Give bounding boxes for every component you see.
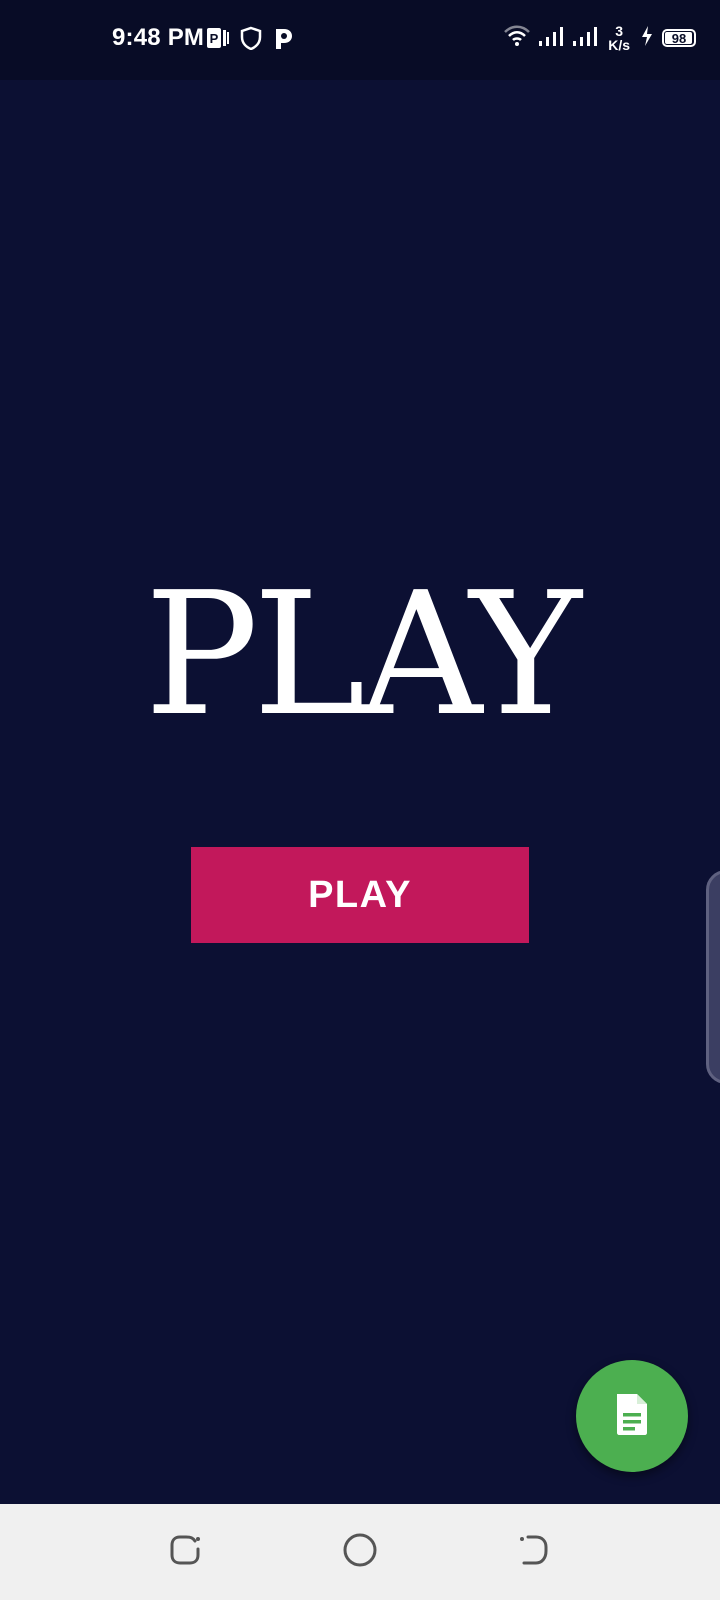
- home-button[interactable]: [338, 1530, 382, 1574]
- document-fab-button[interactable]: [576, 1360, 688, 1472]
- network-speed-unit: K/s: [608, 37, 630, 53]
- charging-icon: [640, 25, 654, 52]
- navigation-bar: [0, 1504, 720, 1600]
- recent-apps-button[interactable]: [164, 1530, 208, 1574]
- home-icon: [342, 1532, 378, 1573]
- document-icon: [614, 1392, 650, 1441]
- wifi-icon: [504, 25, 531, 52]
- status-right-icons: 3 K/s 98: [504, 24, 696, 52]
- signal-icon: [538, 25, 564, 52]
- app-screen: 9:48 PM P 3 K/s 98 PLAY PLAY: [0, 0, 720, 1600]
- back-button[interactable]: [512, 1530, 556, 1574]
- network-speed-value: 3: [615, 23, 623, 39]
- battery-icon: 98: [662, 29, 696, 47]
- status-bar: 9:48 PM P 3 K/s 98: [0, 0, 720, 80]
- back-icon: [516, 1533, 552, 1572]
- svg-text:P: P: [210, 31, 219, 46]
- p-app-icon: [272, 26, 294, 55]
- status-time: 9:48 PM: [112, 24, 205, 51]
- play-logo: PLAY: [144, 556, 581, 754]
- parking-app-icon: P: [206, 27, 230, 54]
- network-speed: 3 K/s: [608, 24, 630, 52]
- shield-icon: [240, 26, 262, 55]
- edge-panel-handle[interactable]: [706, 870, 720, 1084]
- status-left-icons: P: [206, 26, 294, 55]
- play-button[interactable]: PLAY: [191, 847, 529, 943]
- recent-apps-icon: [168, 1533, 204, 1572]
- battery-level: 98: [671, 30, 687, 46]
- signal-icon: [572, 25, 598, 52]
